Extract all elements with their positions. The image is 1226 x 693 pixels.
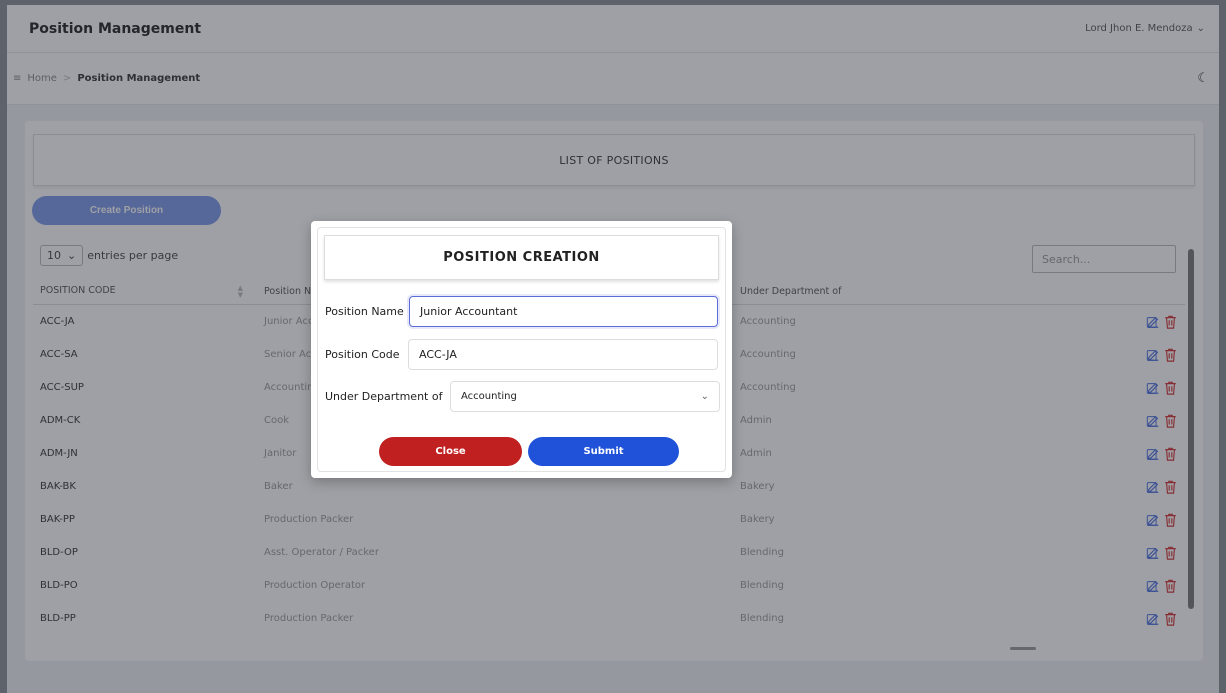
department-select[interactable]: Accounting ⌄ bbox=[450, 381, 720, 412]
position-creation-modal: POSITION CREATION Position Name Junior A… bbox=[311, 221, 732, 478]
position-code-label: Position Code bbox=[325, 348, 400, 361]
department-label: Under Department of bbox=[325, 390, 443, 403]
position-name-input[interactable]: Junior Accountant bbox=[409, 296, 718, 327]
modal-body: POSITION CREATION Position Name Junior A… bbox=[317, 227, 726, 472]
department-value: Accounting bbox=[461, 391, 517, 402]
position-name-row: Position Name Junior Accountant bbox=[325, 296, 718, 327]
close-button[interactable]: Close bbox=[379, 437, 522, 466]
position-name-label: Position Name bbox=[325, 305, 404, 318]
chevron-down-icon: ⌄ bbox=[700, 391, 709, 402]
modal-title: POSITION CREATION bbox=[324, 235, 719, 280]
submit-button[interactable]: Submit bbox=[528, 437, 679, 466]
department-row: Under Department of Accounting ⌄ bbox=[325, 381, 720, 412]
position-code-input[interactable]: ACC-JA bbox=[408, 339, 718, 370]
position-code-row: Position Code ACC-JA bbox=[325, 339, 718, 370]
